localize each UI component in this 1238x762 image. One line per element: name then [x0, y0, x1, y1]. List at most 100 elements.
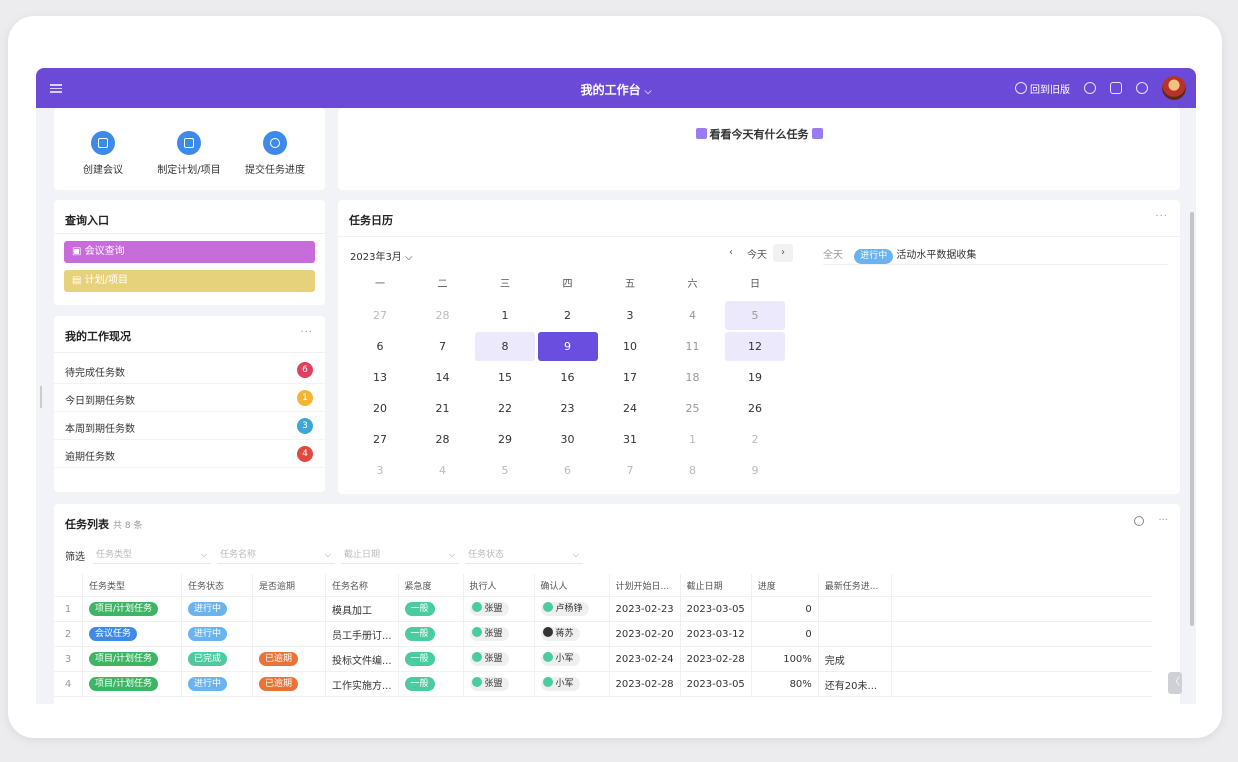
column-header[interactable]: 紧急度 — [398, 574, 464, 597]
table-row[interactable]: 3 项目/计划任务 已完成 已逾期 投标文件编... 一般 张盟 小军 2023-02-24 20… — [54, 646, 1152, 672]
meeting-query-button[interactable]: ▣ 会议查询 — [64, 241, 315, 263]
calendar-day[interactable]: 6 — [538, 456, 598, 485]
calendar-nav: ‹ 今天 › — [721, 244, 793, 262]
calendar-icon — [91, 131, 115, 155]
cell-task-name[interactable]: 投标文件编... — [325, 646, 399, 672]
column-header[interactable]: 确认人 — [534, 574, 610, 597]
status-row-pending[interactable]: 待完成任务数 6 — [54, 356, 325, 384]
vertical-scrollbar[interactable] — [1190, 212, 1194, 626]
calendar-day[interactable]: 22 — [475, 394, 535, 423]
table-row[interactable]: 1 项目/计划任务 进行中 模具加工 一般 张盟 卢杨铮 2023-02-23 2023-03-… — [54, 596, 1152, 622]
column-header[interactable]: 截止日期 — [680, 574, 752, 597]
table-row[interactable]: 4 项目/计划任务 进行中 已逾期 工作实施方... 一般 张盟 小军 2023-02-28 20… — [54, 671, 1152, 697]
user-avatar-icon — [471, 652, 482, 662]
calendar-day[interactable]: 5 — [475, 456, 535, 485]
create-meeting-button[interactable]: 创建会议 — [68, 131, 138, 176]
calendar-day[interactable]: 3 — [600, 301, 660, 330]
calendar-day[interactable]: 19 — [725, 363, 785, 392]
calendar-day[interactable]: 31 — [600, 425, 660, 454]
more-icon[interactable]: ··· — [1158, 515, 1168, 526]
cell-task-name[interactable]: 员工手册订... — [325, 621, 399, 647]
calendar-day[interactable]: 26 — [725, 394, 785, 423]
urgency-pill: 一般 — [404, 627, 435, 641]
create-plan-button[interactable]: 制定计划/项目 — [154, 131, 224, 176]
today-button[interactable]: 今天 — [747, 246, 767, 261]
calendar-day[interactable]: 8 — [663, 456, 723, 485]
table-row[interactable]: 2 会议任务 进行中 员工手册订... 一般 张盟 蒋苏 2023-02-20 2023-03-… — [54, 621, 1152, 647]
calendar-day[interactable]: 25 — [663, 394, 723, 423]
filter-task-type[interactable]: 任务类型 ⌵ — [93, 546, 211, 564]
plan-query-button[interactable]: ▤ 计划/项目 — [64, 270, 315, 292]
calendar-day[interactable]: 1 — [663, 425, 723, 454]
calendar-day[interactable]: 27 — [350, 301, 410, 330]
calendar-day[interactable]: 28 — [413, 425, 473, 454]
calendar-day[interactable]: 24 — [600, 394, 660, 423]
calendar-day[interactable]: 6 — [350, 332, 410, 361]
calendar-day[interactable]: 11 — [663, 332, 723, 361]
submit-progress-button[interactable]: 提交任务进度 — [240, 131, 310, 176]
search-icon[interactable] — [1134, 515, 1145, 526]
calendar-day[interactable]: 28 — [413, 301, 473, 330]
calendar-day[interactable]: 10 — [600, 332, 660, 361]
cell-task-name[interactable]: 模具加工 — [325, 596, 399, 622]
next-month-button[interactable]: › — [773, 244, 793, 262]
calendar-day[interactable]: 7 — [413, 332, 473, 361]
calendar-day[interactable]: 27 — [350, 425, 410, 454]
calendar-event[interactable]: 全天 进行中 活动水平数据收集 — [823, 246, 1168, 265]
calendar-day[interactable]: 2 — [725, 425, 785, 454]
cell-progress: 80% — [751, 671, 819, 697]
calendar-day[interactable]: 30 — [538, 425, 598, 454]
calendar-day[interactable]: 9 — [725, 456, 785, 485]
filter-due-date[interactable]: 截止日期 ⌵ — [341, 546, 459, 564]
calendar-day[interactable]: 1 — [475, 301, 535, 330]
filter-task-name[interactable]: 任务名称 ⌵ — [217, 546, 335, 564]
column-header[interactable]: 是否逾期 — [252, 574, 326, 597]
user-avatar-icon — [542, 652, 553, 662]
status-row-overdue[interactable]: 逾期任务数 4 — [54, 440, 325, 468]
calendar-day[interactable]: 4 — [413, 456, 473, 485]
filter-task-status[interactable]: 任务状态 ⌵ — [465, 546, 583, 564]
column-header[interactable]: 任务状态 — [181, 574, 253, 597]
cell-task-name[interactable]: 工作实施方... — [325, 671, 399, 697]
calendar-day[interactable]: 12 — [725, 332, 785, 361]
user-avatar-icon — [471, 677, 482, 687]
inbox-icon[interactable] — [1110, 82, 1122, 94]
user-avatar[interactable] — [1162, 76, 1186, 100]
calendar-day[interactable]: 7 — [600, 456, 660, 485]
column-header[interactable]: 进度 — [751, 574, 819, 597]
status-row-due-today[interactable]: 今日到期任务数 1 — [54, 384, 325, 412]
calendar-day[interactable]: 14 — [413, 363, 473, 392]
expand-panel-button[interactable]: 〈 — [1168, 672, 1182, 694]
calendar-day[interactable]: 13 — [350, 363, 410, 392]
query-entry-title: 查询入口 — [65, 214, 109, 227]
calendar-day[interactable]: 4 — [663, 301, 723, 330]
calendar-day[interactable]: 15 — [475, 363, 535, 392]
old-version-link[interactable]: 回到旧版 — [1015, 81, 1070, 96]
column-header[interactable]: 任务类型 — [82, 574, 182, 597]
more-icon[interactable]: ··· — [300, 327, 313, 338]
calendar-day[interactable]: 20 — [350, 394, 410, 423]
calendar-day[interactable]: 17 — [600, 363, 660, 392]
calendar-day[interactable]: 21 — [413, 394, 473, 423]
prev-month-button[interactable]: ‹ — [721, 244, 741, 262]
cell-progress: 0 — [751, 596, 819, 622]
column-header[interactable]: 最新任务进... — [818, 574, 892, 597]
calendar-day[interactable]: 23 — [538, 394, 598, 423]
calendar-day[interactable]: 29 — [475, 425, 535, 454]
help-icon[interactable] — [1136, 82, 1148, 94]
more-icon[interactable]: ··· — [1155, 211, 1168, 222]
column-header[interactable]: 任务名称 — [325, 574, 399, 597]
calendar-day[interactable]: 16 — [538, 363, 598, 392]
calendar-day[interactable]: 18 — [663, 363, 723, 392]
side-drag-handle[interactable] — [40, 386, 42, 408]
column-header[interactable]: 计划开始日... — [609, 574, 681, 597]
bell-icon[interactable] — [1084, 82, 1096, 94]
calendar-day[interactable]: 5 — [725, 301, 785, 330]
column-header[interactable]: 执行人 — [463, 574, 535, 597]
calendar-day[interactable]: 9 — [537, 332, 598, 361]
calendar-day[interactable]: 8 — [475, 332, 535, 361]
calendar-day[interactable]: 3 — [350, 456, 410, 485]
month-selector[interactable]: 2023年3月 ⌵ — [350, 248, 413, 263]
calendar-day[interactable]: 2 — [538, 301, 598, 330]
status-row-due-week[interactable]: 本周到期任务数 3 — [54, 412, 325, 440]
